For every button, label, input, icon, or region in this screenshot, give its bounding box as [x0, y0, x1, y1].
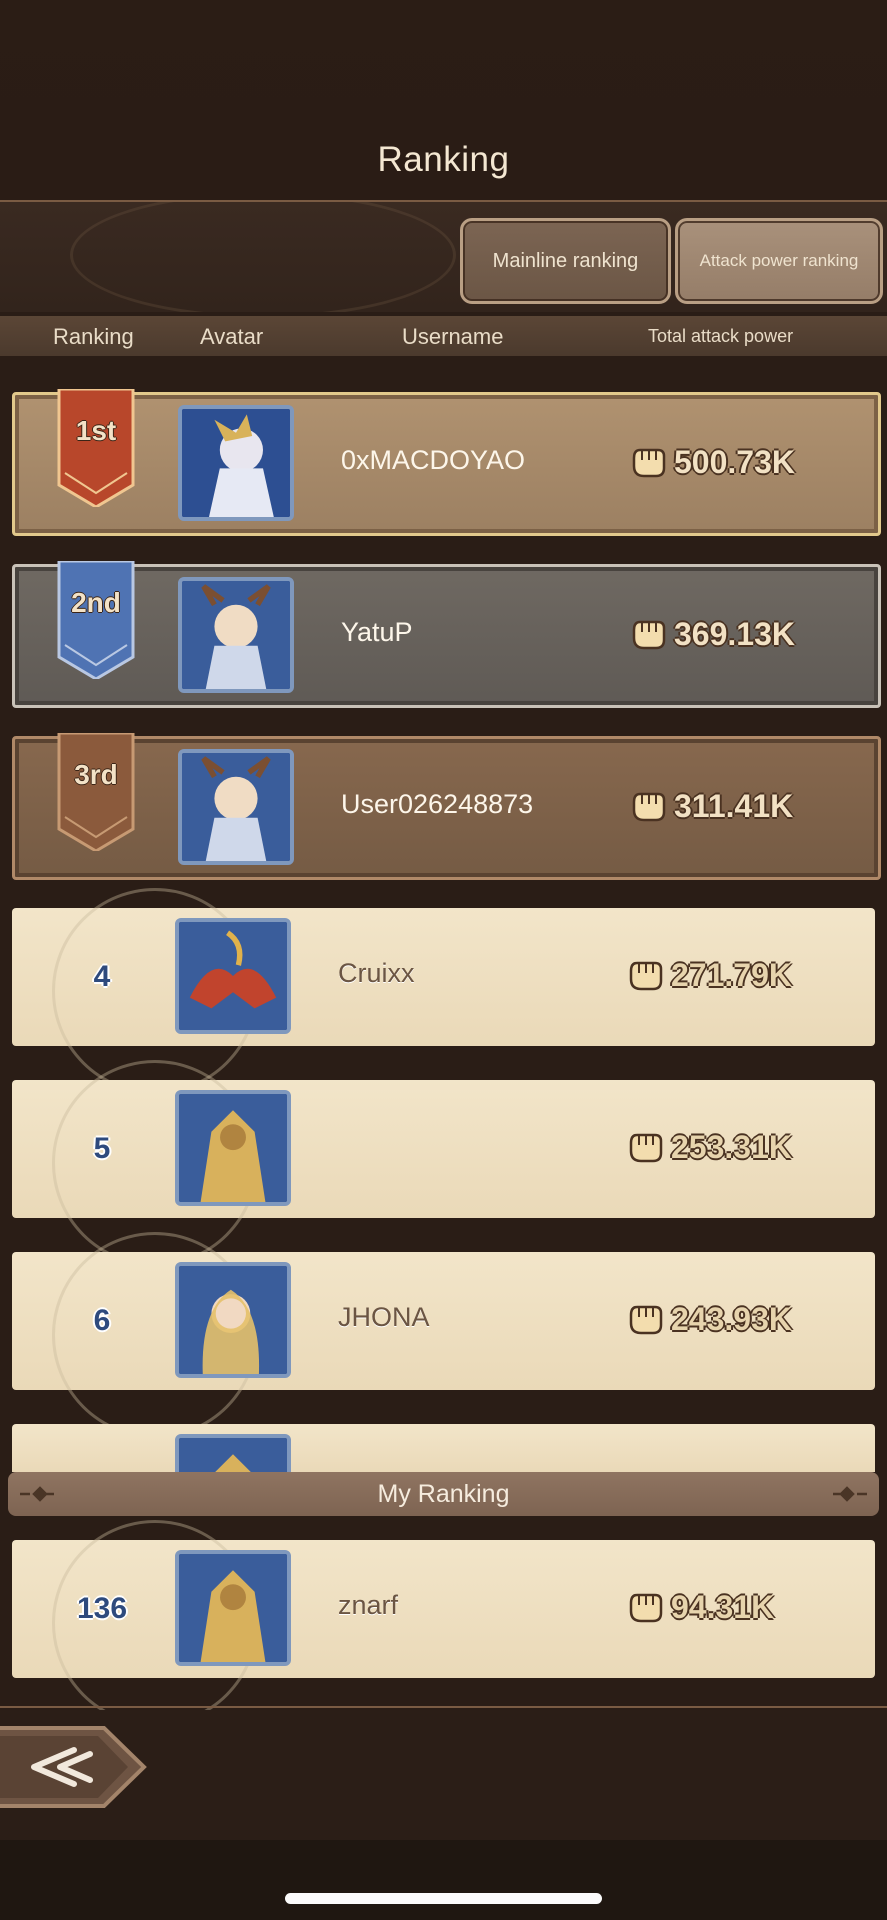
power-value: 369.13K [674, 615, 795, 652]
username: User026248873 [341, 789, 534, 819]
column-avatar: Avatar [200, 324, 264, 349]
avatar [175, 1550, 291, 1666]
fist-icon [629, 1593, 663, 1623]
avatar [175, 1262, 291, 1378]
fist-icon [629, 1133, 663, 1163]
ranking-row-2[interactable]: 2nd YatuP 369.13K [12, 561, 881, 708]
rank-number: 136 [76, 1592, 128, 1625]
rank-number: 4 [93, 960, 111, 993]
power-value: 271.79K [671, 956, 792, 993]
avatar [175, 1434, 291, 1472]
attack-power: 253.31K [627, 1126, 792, 1168]
column-total-attack-power: Total attack power [648, 326, 794, 346]
my-ranking-label: My Ranking [377, 1480, 510, 1508]
ornament-icon [20, 1486, 54, 1502]
back-button[interactable] [0, 1722, 154, 1812]
ornament-icon [833, 1486, 867, 1502]
tab-mainline-ranking[interactable]: Mainline ranking [460, 218, 671, 304]
avatar [175, 1090, 291, 1206]
rank-label: 3rd [74, 759, 118, 790]
fist-icon [632, 620, 666, 650]
ranking-row-partial[interactable] [12, 1424, 875, 1472]
power-value: 94.31K [671, 1588, 775, 1625]
avatar [178, 749, 294, 865]
fist-icon [629, 1305, 663, 1335]
attack-power: 369.13K [630, 613, 795, 655]
fist-icon [632, 448, 666, 478]
attack-power: 311.41K [630, 785, 793, 827]
column-username: Username [402, 324, 504, 349]
power-value: 253.31K [671, 1128, 792, 1165]
ranking-row-4[interactable]: 4 Cruixx 271.79K [12, 888, 875, 1094]
power-value: 243.93K [671, 1300, 792, 1337]
ranking-row-6[interactable]: 6 JHONA 243.93K [12, 1232, 875, 1438]
attack-power: 271.79K [627, 954, 792, 996]
column-ranking: Ranking [53, 324, 134, 349]
my-ranking-row[interactable]: 136 znarf 94.31K [12, 1520, 875, 1726]
attack-power: 500.73K [630, 441, 795, 483]
page-title: Ranking [377, 140, 510, 179]
power-value: 500.73K [674, 443, 795, 480]
avatar [175, 918, 291, 1034]
tab-attack-power-ranking[interactable]: Attack power ranking [675, 218, 883, 304]
avatar [178, 405, 294, 521]
rank-banner-second-icon [57, 561, 135, 679]
ranking-row-1[interactable]: 1st 0xMACDOYAO 500.73K [12, 389, 881, 536]
rank-banner-first-icon [57, 389, 135, 507]
fist-icon [632, 792, 666, 822]
ranking-row-3[interactable]: 3rd User026248873 311.41K [12, 733, 881, 880]
my-ranking-bar: My Ranking [8, 1472, 879, 1516]
attack-power: 94.31K [627, 1586, 774, 1628]
rank-banner-third-icon [57, 733, 135, 851]
username: YatuP [341, 617, 413, 647]
attack-power: 243.93K [627, 1298, 792, 1340]
decorative-pattern [70, 202, 456, 312]
column-header: Ranking Avatar Username Total attack pow… [0, 316, 887, 356]
rank-number: 5 [93, 1132, 111, 1165]
ranking-row-5[interactable]: 5 253.31K [12, 1060, 875, 1266]
rank-label: 2nd [71, 587, 121, 618]
username: 0xMACDOYAO [341, 445, 526, 475]
home-indicator[interactable] [285, 1893, 602, 1904]
divider [0, 1706, 887, 1708]
bottom-strip [0, 1840, 887, 1920]
power-value: 311.41K [674, 787, 794, 824]
username: Cruixx [338, 958, 415, 988]
avatar [178, 577, 294, 693]
username: znarf [338, 1590, 399, 1620]
username: JHONA [338, 1302, 430, 1332]
fist-icon [629, 961, 663, 991]
rank-number: 6 [93, 1304, 111, 1337]
rank-label: 1st [75, 415, 117, 446]
